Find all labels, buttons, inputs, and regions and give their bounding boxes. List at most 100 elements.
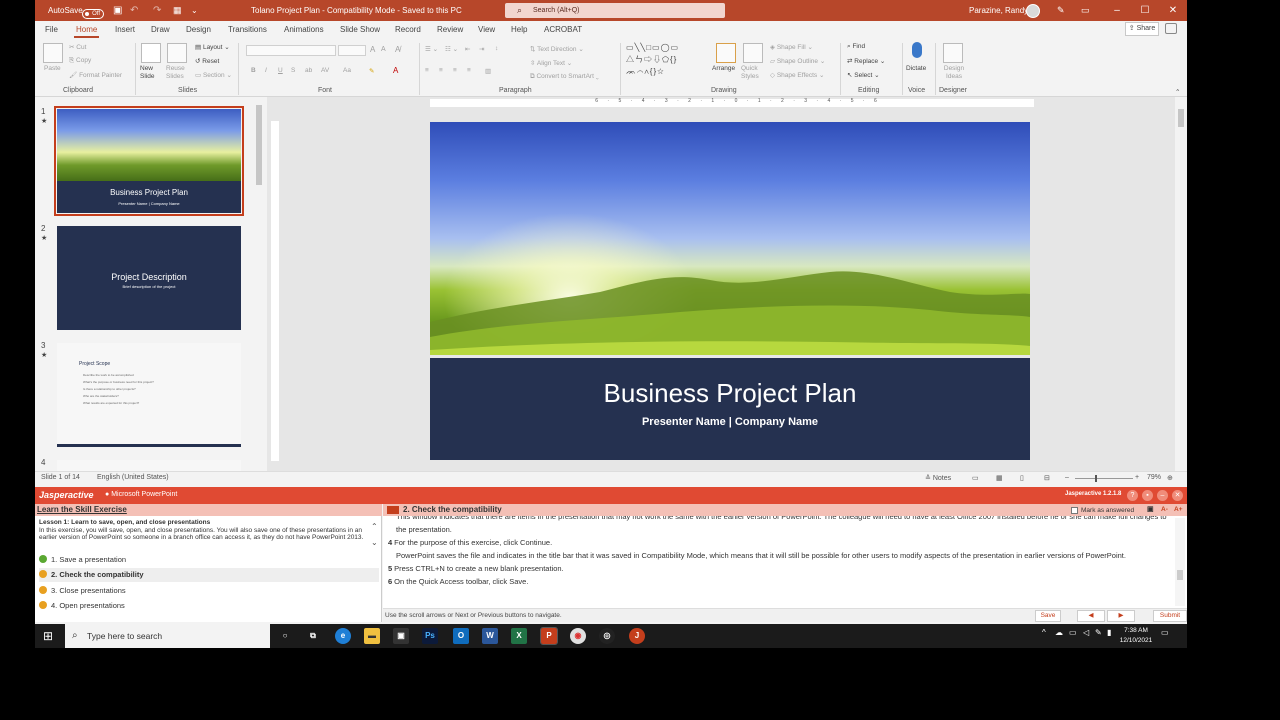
align-text-button[interactable]: ⇳ Align Text ⌄ [530, 59, 572, 67]
font-color-icon[interactable]: A [393, 66, 398, 75]
customize-qat-icon[interactable]: ⌄ [191, 0, 198, 21]
save-icon[interactable]: ▣ [113, 0, 122, 21]
shape-effects-button[interactable]: ◇ Shape Effects ⌄ [770, 71, 824, 79]
minimize-panel-icon[interactable]: – [1157, 490, 1168, 501]
autosave-toggle[interactable]: Off [82, 0, 104, 21]
maximize-button[interactable]: ☐ [1131, 0, 1159, 21]
justify-icon[interactable]: ≡ [467, 67, 471, 74]
zoom-slider-thumb[interactable] [1095, 475, 1097, 482]
undo-icon[interactable]: ↶ [130, 0, 138, 21]
photoshop-icon[interactable]: Ps [422, 628, 438, 644]
minimize-button[interactable]: – [1103, 0, 1131, 21]
tab-insert[interactable]: Insert [115, 21, 135, 39]
shape-outline-button[interactable]: ▱ Shape Outline ⌄ [770, 57, 825, 65]
save-button[interactable]: Save [1035, 610, 1061, 622]
comments-icon[interactable] [1165, 23, 1177, 34]
copy-button[interactable]: ⎘ Copy [69, 57, 91, 65]
clock[interactable]: 7:38 AM 12/10/2021 [1118, 626, 1154, 646]
quick-styles-icon[interactable] [743, 43, 763, 63]
task-item[interactable]: 3. Close presentations [39, 584, 379, 598]
task-view-icon[interactable]: ⧉ [305, 628, 321, 644]
strikethrough-icon[interactable]: S [291, 67, 295, 74]
shapes-gallery[interactable]: ▭╲╲□▭◯▭ △ㄣ⇨⇩⬠{} ᨏ⌒∧{}☆ [626, 42, 706, 80]
volume-icon[interactable]: ◁ [1083, 628, 1089, 637]
scroll-down-icon[interactable]: ⌄ [371, 538, 378, 547]
cut-button[interactable]: ✂ Cut [69, 43, 86, 51]
taskbar-search[interactable]: ⌕ Type here to search [65, 624, 270, 648]
task-item[interactable]: 1. Save a presentation [39, 553, 379, 567]
tab-acrobat[interactable]: ACROBAT [544, 21, 582, 39]
italic-icon[interactable]: I [265, 67, 267, 74]
zoom-in-icon[interactable]: + [1135, 474, 1139, 481]
slide-thumbnail-2[interactable]: Project Description Brief description of… [57, 226, 241, 330]
replace-button[interactable]: ⇄ Replace ⌄ [847, 57, 885, 65]
fit-to-window-icon[interactable]: ⊕ [1167, 474, 1173, 482]
search-box[interactable]: ⌕ Search (Alt+Q) [505, 3, 725, 18]
tab-file[interactable]: File [45, 21, 58, 39]
design-ideas-icon[interactable] [943, 43, 963, 63]
language-status[interactable]: English (United States) [97, 474, 169, 481]
powerpoint-icon[interactable]: P [540, 627, 558, 645]
section-button[interactable]: ▭ Section ⌄ [195, 71, 232, 79]
tab-design[interactable]: Design [186, 21, 211, 39]
previous-button[interactable]: ◀ [1077, 610, 1105, 622]
text-direction-button[interactable]: ⇅ Text Direction ⌄ [530, 45, 584, 53]
quick-styles-button[interactable]: Quick Styles [741, 65, 765, 81]
slideshow-icon[interactable]: ⊟ [1044, 474, 1050, 482]
shrink-font-icon[interactable]: A [381, 46, 386, 53]
battery-icon[interactable]: ▮ [1107, 628, 1111, 637]
reset-button[interactable]: ↺ Reset [195, 57, 219, 65]
new-slide-icon[interactable] [141, 43, 161, 63]
close-panel-icon[interactable]: ✕ [1172, 490, 1183, 501]
select-button[interactable]: ↖ Select ⌄ [847, 71, 880, 79]
help-icon[interactable]: ? [1127, 490, 1138, 501]
tab-record[interactable]: Record [395, 21, 421, 39]
line-spacing-icon[interactable]: ↕ [495, 45, 498, 52]
zoom-slider[interactable] [1075, 478, 1133, 479]
align-left-icon[interactable]: ≡ [425, 67, 429, 74]
bold-icon[interactable]: B [251, 67, 256, 74]
arrange-button[interactable]: Arrange [712, 65, 735, 72]
decrease-text-size-icon[interactable]: A- [1161, 504, 1168, 516]
tab-transitions[interactable]: Transitions [228, 21, 267, 39]
app-icon[interactable]: ◎ [599, 628, 615, 644]
align-center-icon[interactable]: ≡ [439, 67, 443, 74]
notes-button[interactable]: ≙ Notes [925, 474, 951, 482]
char-spacing-icon[interactable]: AV [321, 67, 329, 74]
close-button[interactable]: ✕ [1159, 0, 1187, 21]
chrome-icon[interactable]: ◉ [570, 628, 586, 644]
word-icon[interactable]: W [482, 628, 498, 644]
slide-thumbnail-3[interactable]: Project Scope Describe the work to be ac… [57, 343, 241, 447]
redo-icon[interactable]: ↷ [153, 0, 161, 21]
instructions-scrollbar[interactable] [1175, 518, 1185, 606]
reading-view-icon[interactable]: ▯ [1020, 474, 1024, 482]
paste-button[interactable]: Paste [44, 65, 61, 72]
zoom-level[interactable]: 79% [1147, 474, 1161, 481]
convert-smartart-button[interactable]: ⧉ Convert to SmartArt ⌄ [530, 73, 599, 81]
thumbnails-scrollbar[interactable] [255, 97, 263, 471]
jasperactive-icon[interactable]: J [629, 628, 645, 644]
design-ideas-button[interactable]: Design Ideas [941, 65, 967, 81]
bullets-icon[interactable]: ☰ ⌄ [425, 45, 438, 53]
network-icon[interactable]: ▭ [1069, 628, 1077, 637]
submit-button[interactable]: Submit [1153, 610, 1187, 622]
current-slide[interactable]: Business Project Plan Presenter Name | C… [430, 122, 1030, 460]
paste-icon[interactable] [43, 43, 63, 63]
highlight-icon[interactable]: ✎ [369, 67, 374, 75]
arrange-icon[interactable] [716, 43, 736, 63]
clear-formatting-icon[interactable]: A̸ [395, 45, 400, 54]
ribbon-display-icon[interactable]: ▭ [1081, 0, 1090, 21]
scroll-up-icon[interactable]: ⌃ [371, 522, 378, 531]
new-slide-button[interactable]: New Slide [140, 65, 164, 81]
change-case-icon[interactable]: Aa [343, 67, 351, 74]
tab-view[interactable]: View [478, 21, 495, 39]
format-painter-button[interactable]: 🖌 Format Painter [69, 71, 122, 79]
share-button[interactable]: ⇪ Share [1125, 22, 1159, 36]
onedrive-icon[interactable]: ☁ [1055, 628, 1063, 637]
task-item[interactable]: 2. Check the compatibility [39, 568, 379, 582]
canvas-scrollbar[interactable] [1175, 97, 1187, 471]
pen-icon[interactable]: ✎ [1057, 0, 1065, 21]
cortana-icon[interactable]: ○ [277, 628, 293, 644]
collapse-ribbon-icon[interactable]: ⌃ [1175, 88, 1180, 96]
shadow-icon[interactable]: ab [305, 67, 312, 74]
